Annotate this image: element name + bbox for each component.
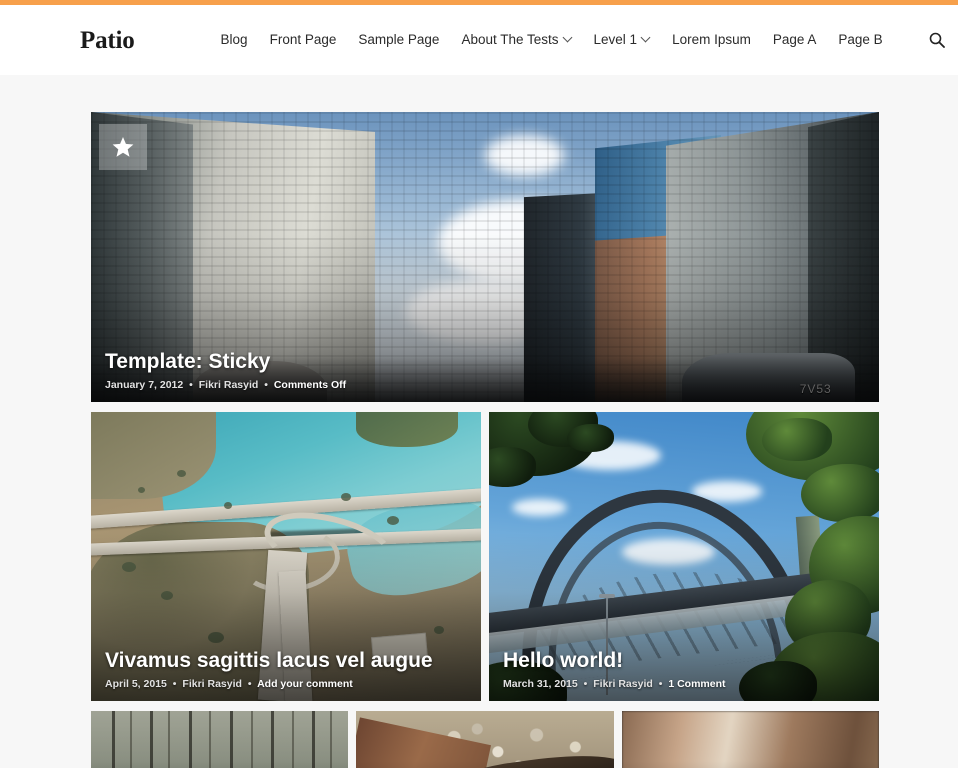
post-card-hello-world[interactable]: Hello world! March 31, 2015 • Fikri Rasy… (489, 412, 879, 701)
post-comments[interactable]: 1 Comment (668, 678, 725, 690)
post-caption: Hello world! March 31, 2015 • Fikri Rasy… (503, 649, 865, 691)
post-caption: Template: Sticky January 7, 2012 • Fikri… (105, 350, 865, 392)
nav-label: Level 1 (593, 32, 638, 48)
nav-item-lorem-ipsum[interactable]: Lorem Ipsum (672, 33, 751, 47)
post-meta: January 7, 2012 • Fikri Rasyid • Comment… (105, 379, 865, 392)
post-date: March 31, 2015 (503, 678, 578, 691)
post-thumbnail (91, 711, 349, 768)
post-thumbnail (356, 711, 614, 768)
site-logo[interactable]: Patio (80, 28, 135, 53)
nav-item-sample-page[interactable]: Sample Page (358, 33, 439, 47)
nav-item-page-b[interactable]: Page B (838, 33, 882, 47)
nav-item-page-a[interactable]: Page A (773, 33, 817, 47)
post-card-forest[interactable] (91, 711, 349, 768)
post-thumbnail (621, 711, 879, 768)
post-author[interactable]: Fikri Rasyid (593, 678, 653, 690)
post-meta: April 5, 2015 • Fikri Rasyid • Add your … (105, 678, 467, 691)
sticky-star-badge (99, 124, 147, 170)
meta-separator: • (189, 379, 193, 392)
post-grid: 7V53 Template: Sticky January 7, 2012 • … (0, 75, 958, 768)
post-author[interactable]: Fikri Rasyid (199, 379, 259, 391)
post-card-bark[interactable] (621, 711, 879, 768)
post-meta: March 31, 2015 • Fikri Rasyid • 1 Commen… (503, 678, 865, 691)
nav-item-blog[interactable]: Blog (221, 33, 248, 47)
grid-row-two: Vivamus sagittis lacus vel augue April 5… (91, 412, 879, 701)
nav-label: Lorem Ipsum (672, 32, 751, 48)
nav-label: Page A (772, 32, 817, 48)
post-comments[interactable]: Comments Off (274, 379, 346, 391)
post-card-vivamus[interactable]: Vivamus sagittis lacus vel augue April 5… (91, 412, 481, 701)
nav-label: Blog (220, 32, 248, 48)
post-date: April 5, 2015 (105, 678, 167, 691)
post-title[interactable]: Template: Sticky (105, 350, 865, 375)
meta-separator: • (583, 678, 588, 691)
meta-separator: • (264, 379, 268, 392)
nav-label: Page B (838, 32, 883, 48)
meta-separator: • (247, 678, 252, 691)
nav-label: Front Page (269, 32, 337, 48)
meta-separator: • (172, 678, 177, 691)
grid-row-three (91, 711, 879, 768)
post-comments[interactable]: Add your comment (257, 678, 353, 690)
nav-label: About The Tests (461, 32, 559, 48)
post-title[interactable]: Vivamus sagittis lacus vel augue (105, 649, 467, 674)
nav-item-front-page[interactable]: Front Page (270, 33, 337, 47)
chevron-down-icon (642, 34, 650, 42)
nav-label: Sample Page (358, 32, 440, 48)
grid-row-hero: 7V53 Template: Sticky January 7, 2012 • … (91, 112, 879, 402)
main-navigation: Blog Front Page Sample Page About The Te… (221, 30, 947, 50)
post-author[interactable]: Fikri Rasyid (182, 678, 242, 690)
site-header: Patio Blog Front Page Sample Page About … (0, 5, 958, 75)
search-icon[interactable] (927, 30, 947, 50)
post-caption: Vivamus sagittis lacus vel augue April 5… (105, 649, 467, 691)
chevron-down-icon (564, 34, 572, 42)
nav-item-level-1[interactable]: Level 1 (594, 33, 651, 47)
nav-item-about-the-tests[interactable]: About The Tests (461, 33, 571, 47)
post-card-sticky[interactable]: 7V53 Template: Sticky January 7, 2012 • … (91, 112, 879, 402)
post-card-gravel[interactable] (356, 711, 614, 768)
post-date: January 7, 2012 (105, 379, 184, 392)
meta-separator: • (658, 678, 663, 691)
star-icon (112, 137, 134, 157)
post-title[interactable]: Hello world! (503, 649, 865, 674)
